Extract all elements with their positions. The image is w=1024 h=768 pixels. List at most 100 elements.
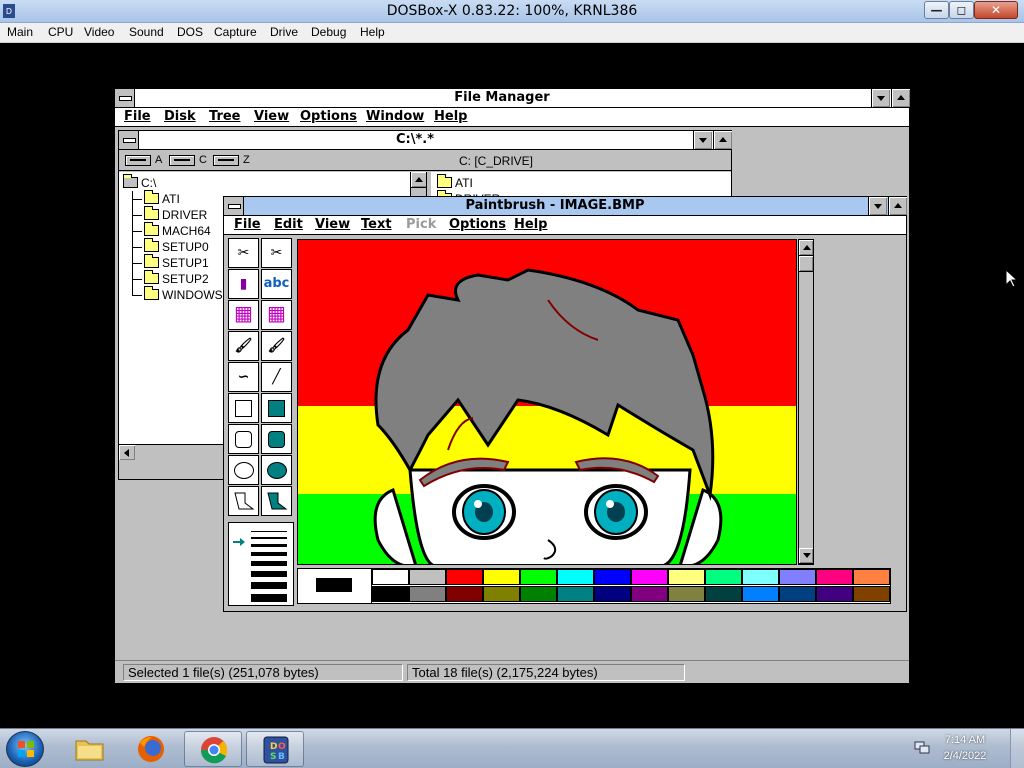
- system-menu-button[interactable]: [119, 131, 139, 149]
- close-button[interactable]: ✕: [974, 1, 1018, 19]
- palette-swatch[interactable]: [594, 586, 631, 602]
- canvas-scrollbar[interactable]: [798, 239, 814, 565]
- host-menu-debug[interactable]: Debug: [311, 25, 346, 39]
- circle-tool[interactable]: [228, 455, 259, 485]
- box-tool[interactable]: [228, 393, 259, 423]
- palette-swatch[interactable]: [853, 586, 890, 602]
- show-desktop-button[interactable]: [1010, 729, 1024, 768]
- palette-swatch[interactable]: [483, 569, 520, 585]
- host-menu-video[interactable]: Video: [84, 25, 114, 39]
- palette-swatch[interactable]: [816, 586, 853, 602]
- airbrush-tool[interactable]: ▮: [228, 269, 259, 299]
- palette-swatch[interactable]: [372, 569, 409, 585]
- palette-swatch[interactable]: [446, 569, 483, 585]
- taskbar-dosbox-button[interactable]: D O S B: [246, 731, 304, 767]
- line-size-option[interactable]: [251, 531, 287, 532]
- palette-swatch[interactable]: [705, 586, 742, 602]
- palette-swatch[interactable]: [557, 586, 594, 602]
- pb-menu-view[interactable]: View: [315, 217, 350, 232]
- tree-folder[interactable]: MACH64: [144, 222, 211, 240]
- host-menu-cpu[interactable]: CPU: [48, 25, 73, 39]
- filled-box-tool[interactable]: [261, 393, 292, 423]
- host-menu-main[interactable]: Main: [7, 25, 33, 39]
- curve-tool[interactable]: ∽: [228, 362, 259, 392]
- network-icon[interactable]: [914, 741, 930, 755]
- line-size-option[interactable]: [251, 582, 287, 589]
- palette-swatch[interactable]: [779, 586, 816, 602]
- host-menu-capture[interactable]: Capture: [214, 25, 257, 39]
- maximize-button[interactable]: [891, 89, 910, 107]
- tree-folder[interactable]: SETUP2: [144, 270, 209, 288]
- scroll-up-icon[interactable]: [411, 172, 426, 188]
- fm-menu-options[interactable]: Options: [300, 109, 357, 124]
- scroll-thumb[interactable]: [799, 256, 813, 272]
- fm-menu-disk[interactable]: Disk: [164, 109, 196, 124]
- line-size-option[interactable]: [251, 571, 287, 577]
- palette-swatch[interactable]: [816, 569, 853, 585]
- color-eraser-tool[interactable]: ▦: [228, 300, 259, 330]
- pb-menu-help[interactable]: Help: [514, 217, 547, 232]
- taskbar-chrome-button[interactable]: [184, 731, 242, 767]
- palette-swatch[interactable]: [446, 586, 483, 602]
- minimize-button[interactable]: [871, 89, 890, 107]
- maximize-button[interactable]: [888, 197, 907, 215]
- scroll-up-icon[interactable]: [799, 240, 813, 256]
- scroll-left-icon[interactable]: [119, 445, 135, 460]
- palette-swatch[interactable]: [668, 586, 705, 602]
- taskbar-explorer-button[interactable]: [60, 731, 118, 767]
- line-size-option[interactable]: [251, 594, 287, 602]
- tree-folder[interactable]: SETUP1: [144, 254, 209, 272]
- minimize-button[interactable]: [693, 131, 712, 149]
- palette-swatch[interactable]: [409, 586, 446, 602]
- maximize-button[interactable]: [713, 131, 732, 149]
- system-menu-button[interactable]: [115, 89, 135, 107]
- pick-tool[interactable]: ✂: [261, 238, 292, 268]
- pb-menu-edit[interactable]: Edit: [274, 217, 303, 232]
- line-size-option[interactable]: [251, 561, 287, 566]
- palette-swatch[interactable]: [520, 569, 557, 585]
- tree-folder[interactable]: SETUP0: [144, 238, 209, 256]
- host-menu-dos[interactable]: DOS: [177, 25, 203, 39]
- start-button[interactable]: [6, 731, 44, 767]
- drawing-canvas[interactable]: [297, 239, 797, 565]
- fm-menu-file[interactable]: File: [124, 109, 151, 124]
- polygon-tool[interactable]: [228, 486, 259, 516]
- fm-menu-window[interactable]: Window: [366, 109, 424, 124]
- maximize-button[interactable]: ◻: [949, 1, 974, 19]
- host-menu-drive[interactable]: Drive: [270, 25, 298, 39]
- palette-swatch[interactable]: [520, 586, 557, 602]
- pb-menu-text[interactable]: Text: [361, 217, 392, 232]
- palette-swatch[interactable]: [594, 569, 631, 585]
- palette-swatch[interactable]: [631, 586, 668, 602]
- line-size-option[interactable]: [251, 552, 287, 556]
- fm-menu-tree[interactable]: Tree: [209, 109, 240, 124]
- palette-swatch[interactable]: [742, 586, 779, 602]
- palette-swatch[interactable]: [705, 569, 742, 585]
- palette-swatch[interactable]: [483, 586, 520, 602]
- palette-swatch[interactable]: [409, 569, 446, 585]
- fm-menu-view[interactable]: View: [254, 109, 289, 124]
- palette-swatch[interactable]: [779, 569, 816, 585]
- clock-date[interactable]: 2/4/2022: [930, 750, 1000, 762]
- host-menu-sound[interactable]: Sound: [129, 25, 164, 39]
- scroll-down-icon[interactable]: [799, 548, 813, 564]
- scissors-tool[interactable]: ✂: [228, 238, 259, 268]
- line-tool[interactable]: ╱: [261, 362, 292, 392]
- clock-time[interactable]: 7:14 AM: [930, 734, 1000, 746]
- minimize-button[interactable]: —: [924, 1, 949, 19]
- filled-rounded-box-tool[interactable]: [261, 424, 292, 454]
- palette-swatch[interactable]: [557, 569, 594, 585]
- filled-polygon-tool[interactable]: [261, 486, 292, 516]
- brush-tool[interactable]: 🖌: [261, 331, 292, 361]
- tree-folder[interactable]: WINDOWS: [144, 286, 223, 304]
- filled-circle-tool[interactable]: [261, 455, 292, 485]
- system-menu-button[interactable]: [224, 197, 244, 215]
- palette-swatch[interactable]: [631, 569, 668, 585]
- palette-swatch[interactable]: [372, 586, 409, 602]
- palette-swatch[interactable]: [668, 569, 705, 585]
- text-tool[interactable]: abc: [261, 269, 292, 299]
- fm-menu-help[interactable]: Help: [434, 109, 467, 124]
- host-menu-help[interactable]: Help: [360, 25, 385, 39]
- pb-menu-file[interactable]: File: [234, 217, 261, 232]
- minimize-button[interactable]: [868, 197, 887, 215]
